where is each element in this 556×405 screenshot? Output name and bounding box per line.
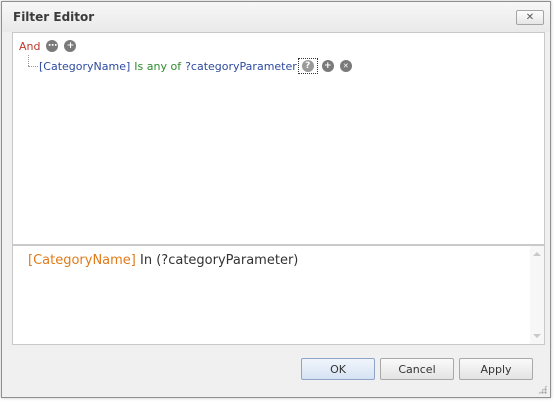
value-type-button[interactable]: ? [297,58,318,74]
condition-field[interactable]: [CategoryName] [39,60,130,73]
cancel-button[interactable]: Cancel [380,358,454,380]
condition-value[interactable]: ?categoryParameter [185,60,297,73]
expression-field: [CategoryName] [28,253,136,268]
remove-condition-close-icon[interactable]: ✕ [339,60,352,72]
vertical-scrollbar[interactable] [530,246,544,344]
dialog-title: Filter Editor [13,10,95,24]
ok-button[interactable]: OK [301,358,375,380]
expression-text: [CategoryName] In (?categoryParameter) [28,253,298,268]
filter-editor-dialog: Filter Editor ✕ And ⋯ + [CategoryName] I… [1,1,551,398]
tree-connector-vertical [28,55,29,66]
scroll-down-arrow-icon[interactable] [533,334,541,338]
condition-operation[interactable]: Is any of [134,60,181,73]
ellipsis-icon[interactable]: ⋯ [46,40,59,52]
expression-text-panel[interactable]: [CategoryName] In (?categoryParameter) [12,245,545,345]
filter-tree-panel: And ⋯ + [CategoryName] Is any of ?catego… [12,32,545,245]
add-value-plus-icon[interactable]: + [321,60,334,72]
scroll-up-arrow-icon[interactable] [533,252,541,256]
question-icon: ? [301,60,314,72]
apply-button[interactable]: Apply [459,358,533,380]
group-operator[interactable]: And [19,40,40,53]
tree-connector-horizontal [28,66,38,67]
condition-row: [CategoryName] Is any of ?categoryParame… [39,58,352,74]
close-icon: ✕ [525,12,535,23]
title-bar: Filter Editor ✕ [2,2,550,32]
close-button[interactable]: ✕ [516,10,544,25]
add-condition-plus-icon[interactable]: + [64,40,77,52]
group-row: And ⋯ + [19,38,77,54]
expression-rest: In (?categoryParameter) [135,253,299,268]
resize-grip-icon[interactable] [538,385,547,394]
